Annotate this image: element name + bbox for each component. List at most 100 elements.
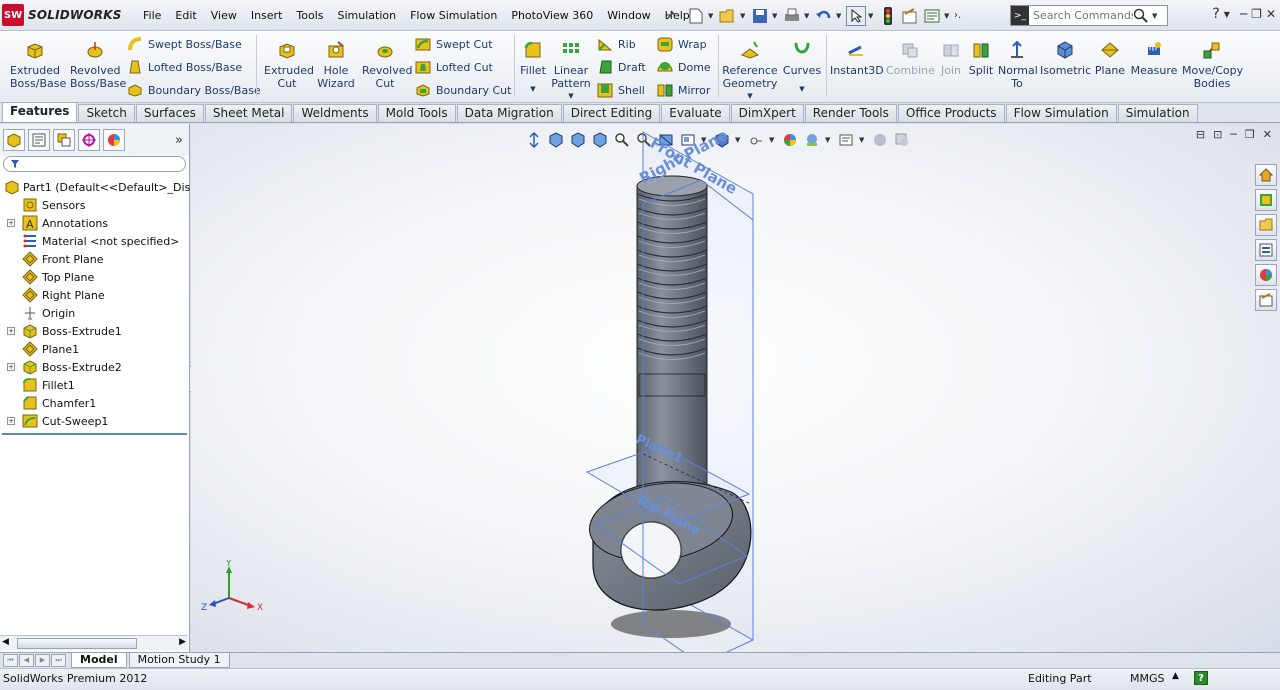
extruded-cut-button[interactable]: Extruded Cut — [260, 41, 314, 90]
expand-icon[interactable]: + — [7, 327, 15, 335]
refgeom-dropdown-icon[interactable]: ▼ — [722, 90, 778, 103]
solidworks-logo[interactable]: SW SOLIDWORKS — [2, 4, 128, 26]
measure-button[interactable]: Measure — [1130, 41, 1178, 77]
first-tab-icon[interactable]: ⏮ — [3, 653, 18, 667]
help-icon[interactable]: ? — [1212, 6, 1219, 22]
hole-wizard-button[interactable]: Hole Wizard — [314, 41, 358, 90]
select-arrow-icon[interactable] — [846, 5, 866, 26]
tree-item-chamfer1[interactable]: Chamfer1 — [0, 394, 189, 412]
reference-geometry-button[interactable]: Reference Geometry ▼ — [722, 41, 778, 103]
tab-surfaces[interactable]: Surfaces — [135, 104, 204, 122]
select-dropdown-icon[interactable]: ▼ — [868, 12, 876, 20]
print-icon[interactable] — [782, 6, 802, 26]
search-input[interactable] — [1033, 9, 1133, 22]
pin-menu-icon[interactable] — [664, 8, 678, 22]
feature-manager-tab-icon[interactable] — [3, 129, 25, 151]
tab-flow-simulation[interactable]: Flow Simulation — [1005, 104, 1117, 122]
restore-icon[interactable]: ❐ — [1251, 7, 1262, 21]
tree-item-top-plane[interactable]: Top Plane — [0, 268, 189, 286]
extruded-boss-button[interactable]: Extruded Boss/Base — [6, 41, 66, 90]
pattern-dropdown-icon[interactable]: ▼ — [550, 90, 592, 103]
fillet-dropdown-icon[interactable]: ▼ — [518, 83, 548, 96]
menu-view[interactable]: View — [204, 9, 244, 22]
configuration-manager-tab-icon[interactable] — [53, 129, 75, 151]
undo-icon[interactable] — [814, 6, 834, 26]
menu-file[interactable]: File — [136, 9, 168, 22]
tree-item-boss-extrude2[interactable]: + Boss-Extrude2 — [0, 358, 189, 376]
shell-button[interactable]: Shell — [597, 81, 645, 99]
normal-to-button[interactable]: Normal To — [998, 40, 1038, 90]
tree-item-fillet1[interactable]: Fillet1 — [0, 376, 189, 394]
viewport-close-icon[interactable]: ✕ — [1263, 128, 1272, 141]
close-icon[interactable]: ✕ — [1266, 7, 1276, 21]
search-commands[interactable]: >_ ▼ — [1010, 5, 1168, 26]
tree-item-right-plane[interactable]: Right Plane — [0, 286, 189, 304]
display-manager-tab-icon[interactable] — [103, 129, 125, 151]
more-tabs-icon[interactable]: » — [175, 133, 183, 148]
viewport-restore-icon[interactable]: ❐ — [1245, 128, 1255, 141]
save-dropdown-icon[interactable]: ▼ — [772, 12, 780, 20]
tree-item-front-plane[interactable]: Front Plane — [0, 250, 189, 268]
last-tab-icon[interactable]: ⏭ — [51, 653, 66, 667]
tab-mold-tools[interactable]: Mold Tools — [377, 104, 456, 122]
view-settings-icon[interactable] — [837, 131, 855, 149]
boundary-boss-button[interactable]: Boundary Boss/Base — [127, 81, 261, 99]
scroll-thumb[interactable] — [17, 638, 137, 649]
swept-boss-button[interactable]: Swept Boss/Base — [127, 35, 242, 53]
tab-simulation[interactable]: Simulation — [1117, 104, 1198, 122]
tab-data-migration[interactable]: Data Migration — [456, 104, 562, 122]
tab-motion-study[interactable]: Motion Study 1 — [128, 653, 230, 668]
tree-horizontal-scrollbar[interactable]: ◀ ▶ — [0, 635, 188, 650]
lofted-cut-button[interactable]: Lofted Cut — [415, 58, 493, 76]
tree-item-boss-extrude1[interactable]: + Boss-Extrude1 — [0, 322, 189, 340]
eye-bolt-model[interactable]: Front Plane Right Plane Plane1 Top Plane — [551, 124, 791, 652]
tree-item-sensors[interactable]: Sensors — [0, 196, 189, 214]
next-tab-icon[interactable]: ▶ — [35, 653, 50, 667]
property-manager-tab-icon[interactable] — [28, 129, 50, 151]
new-document-icon[interactable] — [686, 6, 706, 26]
appearances-scenes-icon[interactable] — [1255, 264, 1277, 286]
expand-icon[interactable]: + — [7, 363, 15, 371]
menu-window[interactable]: Window — [600, 9, 657, 22]
menu-simulation[interactable]: Simulation — [331, 9, 404, 22]
view-palette-icon[interactable] — [1255, 239, 1277, 261]
viewport-minimize-icon[interactable]: ─ — [1230, 128, 1237, 141]
mirror-button[interactable]: Mirror — [657, 81, 710, 99]
revolved-boss-button[interactable]: Revolved Boss/Base — [66, 41, 126, 90]
realview-icon[interactable] — [871, 131, 889, 149]
dome-button[interactable]: Dome — [657, 58, 711, 76]
expand-icon[interactable]: + — [7, 417, 15, 425]
combine-button[interactable]: Combine — [886, 41, 935, 77]
new-dropdown-icon[interactable]: ▼ — [708, 12, 716, 20]
tree-item-annotations[interactable]: + A Annotations — [0, 214, 189, 232]
tree-item-plane1[interactable]: Plane1 — [0, 340, 189, 358]
quick-help-icon[interactable]: ? — [1194, 671, 1208, 685]
tree-item-cut-sweep1[interactable]: + Cut-Sweep1 — [0, 412, 189, 430]
help-dropdown-icon[interactable]: ▼ — [1224, 10, 1230, 19]
scroll-left-icon[interactable]: ◀ — [2, 637, 9, 647]
options-dropdown-icon[interactable]: ▼ — [944, 12, 952, 20]
join-button[interactable]: Join — [936, 41, 966, 77]
menu-insert[interactable]: Insert — [244, 9, 290, 22]
open-dropdown-icon[interactable]: ▼ — [740, 12, 748, 20]
view-settings-dropdown-icon[interactable]: ▼ — [859, 136, 867, 144]
tab-weldments[interactable]: Weldments — [293, 104, 377, 122]
wrap-button[interactable]: Wrap — [657, 35, 707, 53]
rib-button[interactable]: Rib — [597, 35, 636, 53]
tree-item-origin[interactable]: Origin — [0, 304, 189, 322]
minimize-icon[interactable]: ─ — [1240, 7, 1247, 21]
expand-icon[interactable]: + — [7, 219, 15, 227]
menu-flow-simulation[interactable]: Flow Simulation — [403, 9, 504, 22]
lofted-boss-button[interactable]: Lofted Boss/Base — [127, 58, 242, 76]
graphics-area[interactable]: ▼ ▼ ▼ ▼ ▼ ⊟ ⊡ ─ ❐ ✕ Y X Z Front Plane Ri… — [191, 124, 1280, 652]
viewport-split-icon[interactable]: ⊡ — [1213, 128, 1222, 141]
viewport-tile-icon[interactable]: ⊟ — [1196, 128, 1205, 141]
toolbar-overflow-icon[interactable]: ›. — [954, 10, 968, 21]
rollback-bar[interactable] — [2, 433, 187, 435]
undo-dropdown-icon[interactable]: ▼ — [836, 12, 844, 20]
menu-tools[interactable]: Tools — [289, 9, 330, 22]
custom-properties-icon[interactable] — [1255, 289, 1277, 311]
open-folder-icon[interactable] — [718, 6, 738, 26]
rebuild-icon[interactable] — [878, 6, 898, 26]
fillet-button[interactable]: Fillet ▼ — [518, 41, 548, 96]
